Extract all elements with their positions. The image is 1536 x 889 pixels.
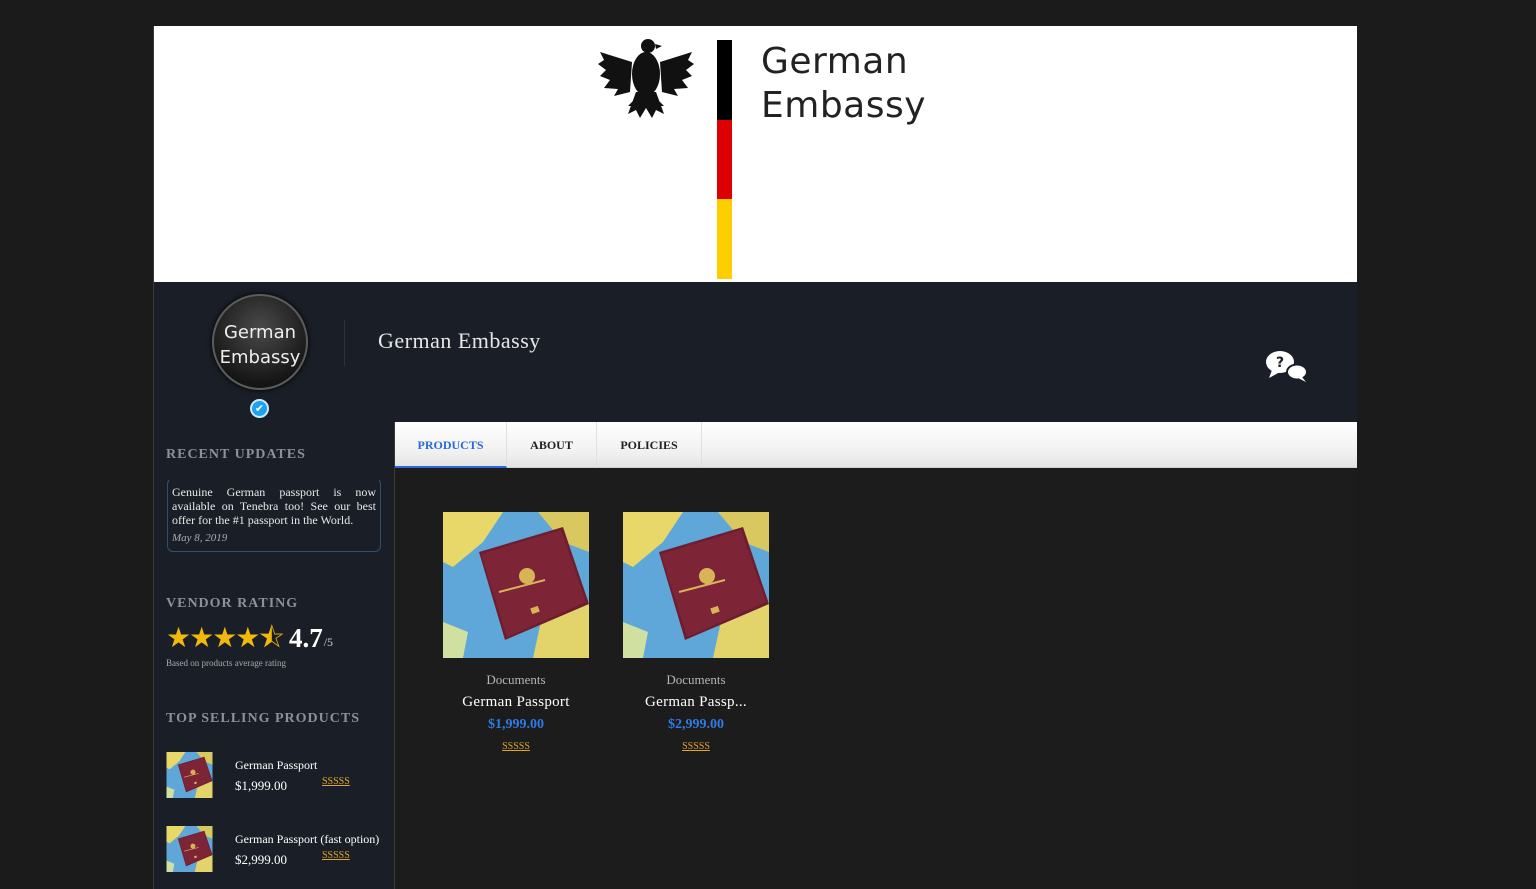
passport-thumbnail[interactable] [166, 826, 213, 872]
top-selling-item[interactable]: German Passport $1,999.00 SSSSS [166, 752, 386, 800]
vendor-banner: German Embassy [154, 26, 1357, 282]
product-stars: SSSSS [682, 741, 710, 752]
tab-bar: PRODUCTS ABOUT POLICIES [395, 422, 1357, 468]
product-name[interactable]: German Passport [436, 694, 596, 711]
svg-text:?: ? [1276, 355, 1284, 371]
product-card[interactable]: Documents German Passport $1,999.00 SSSS… [436, 512, 596, 752]
update-date: May 8, 2019 [172, 532, 228, 544]
top-selling-stars: SSSSS [322, 776, 350, 787]
avatar-line1: German [223, 322, 297, 343]
top-selling-item[interactable]: German Passport (fast option) $2,999.00 … [166, 826, 386, 874]
rating-stars-icon: ★★★★⯪ [166, 621, 285, 654]
top-selling-name[interactable]: German Passport [235, 758, 317, 773]
vendor-rating-heading: VENDOR RATING [166, 596, 299, 611]
vendor-name: German Embassy [378, 328, 541, 353]
tab-products[interactable]: PRODUCTS [395, 422, 507, 468]
banner-title-line1: German [761, 41, 909, 82]
product-price: $1,999.00 [488, 717, 544, 732]
eagle-icon [598, 39, 694, 118]
product-name[interactable]: German Passp... [616, 694, 776, 711]
product-card[interactable]: Documents German Passp... $2,999.00 SSSS… [616, 512, 776, 752]
banner-title-line2: Embassy [761, 85, 927, 126]
product-category: Documents [486, 672, 546, 687]
passport-thumbnail[interactable] [166, 752, 213, 798]
product-stars: SSSSS [502, 741, 530, 752]
top-selling-stars: SSSSS [322, 850, 350, 861]
recent-update-item: Genuine German passport is now available… [167, 478, 381, 552]
main-content: PRODUCTS ABOUT POLICIES Documents German… [394, 422, 1357, 889]
tab-about[interactable]: ABOUT [507, 422, 597, 468]
vendor-header: German Embassy ✔ German Embassy ? [154, 282, 1357, 422]
rating-note: Based on products average rating [166, 658, 286, 668]
top-selling-name[interactable]: German Passport (fast option) [235, 832, 379, 847]
banner-title: German Embassy [761, 40, 926, 128]
chat-bubbles-icon[interactable]: ? [1264, 348, 1310, 382]
vendor-page: German Embassy German Embassy ✔ German E… [153, 26, 1357, 889]
vendor-rating: ★★★★⯪ 4.7 /5 [166, 621, 334, 654]
passport-image[interactable] [443, 512, 589, 658]
recent-updates-heading: RECENT UPDATES [166, 447, 306, 462]
tab-policies[interactable]: POLICIES [597, 422, 702, 468]
verified-check-icon: ✔ [250, 399, 269, 418]
german-flag-bar [717, 40, 732, 279]
divider [344, 320, 345, 366]
avatar: German Embassy [212, 294, 308, 390]
top-selling-price: $2,999.00 [235, 852, 287, 867]
product-price: $2,999.00 [668, 717, 724, 732]
passport-image[interactable] [623, 512, 769, 658]
product-category: Documents [666, 672, 726, 687]
top-selling-price: $1,999.00 [235, 778, 287, 793]
rating-max: /5 [323, 635, 334, 649]
top-selling-heading: TOP SELLING PRODUCTS [166, 711, 361, 726]
update-text: Genuine German passport is now available… [172, 485, 376, 527]
sidebar: RECENT UPDATES Genuine German passport i… [154, 422, 393, 889]
rating-value: 4.7 [288, 623, 323, 653]
avatar-line2: Embassy [219, 347, 301, 368]
